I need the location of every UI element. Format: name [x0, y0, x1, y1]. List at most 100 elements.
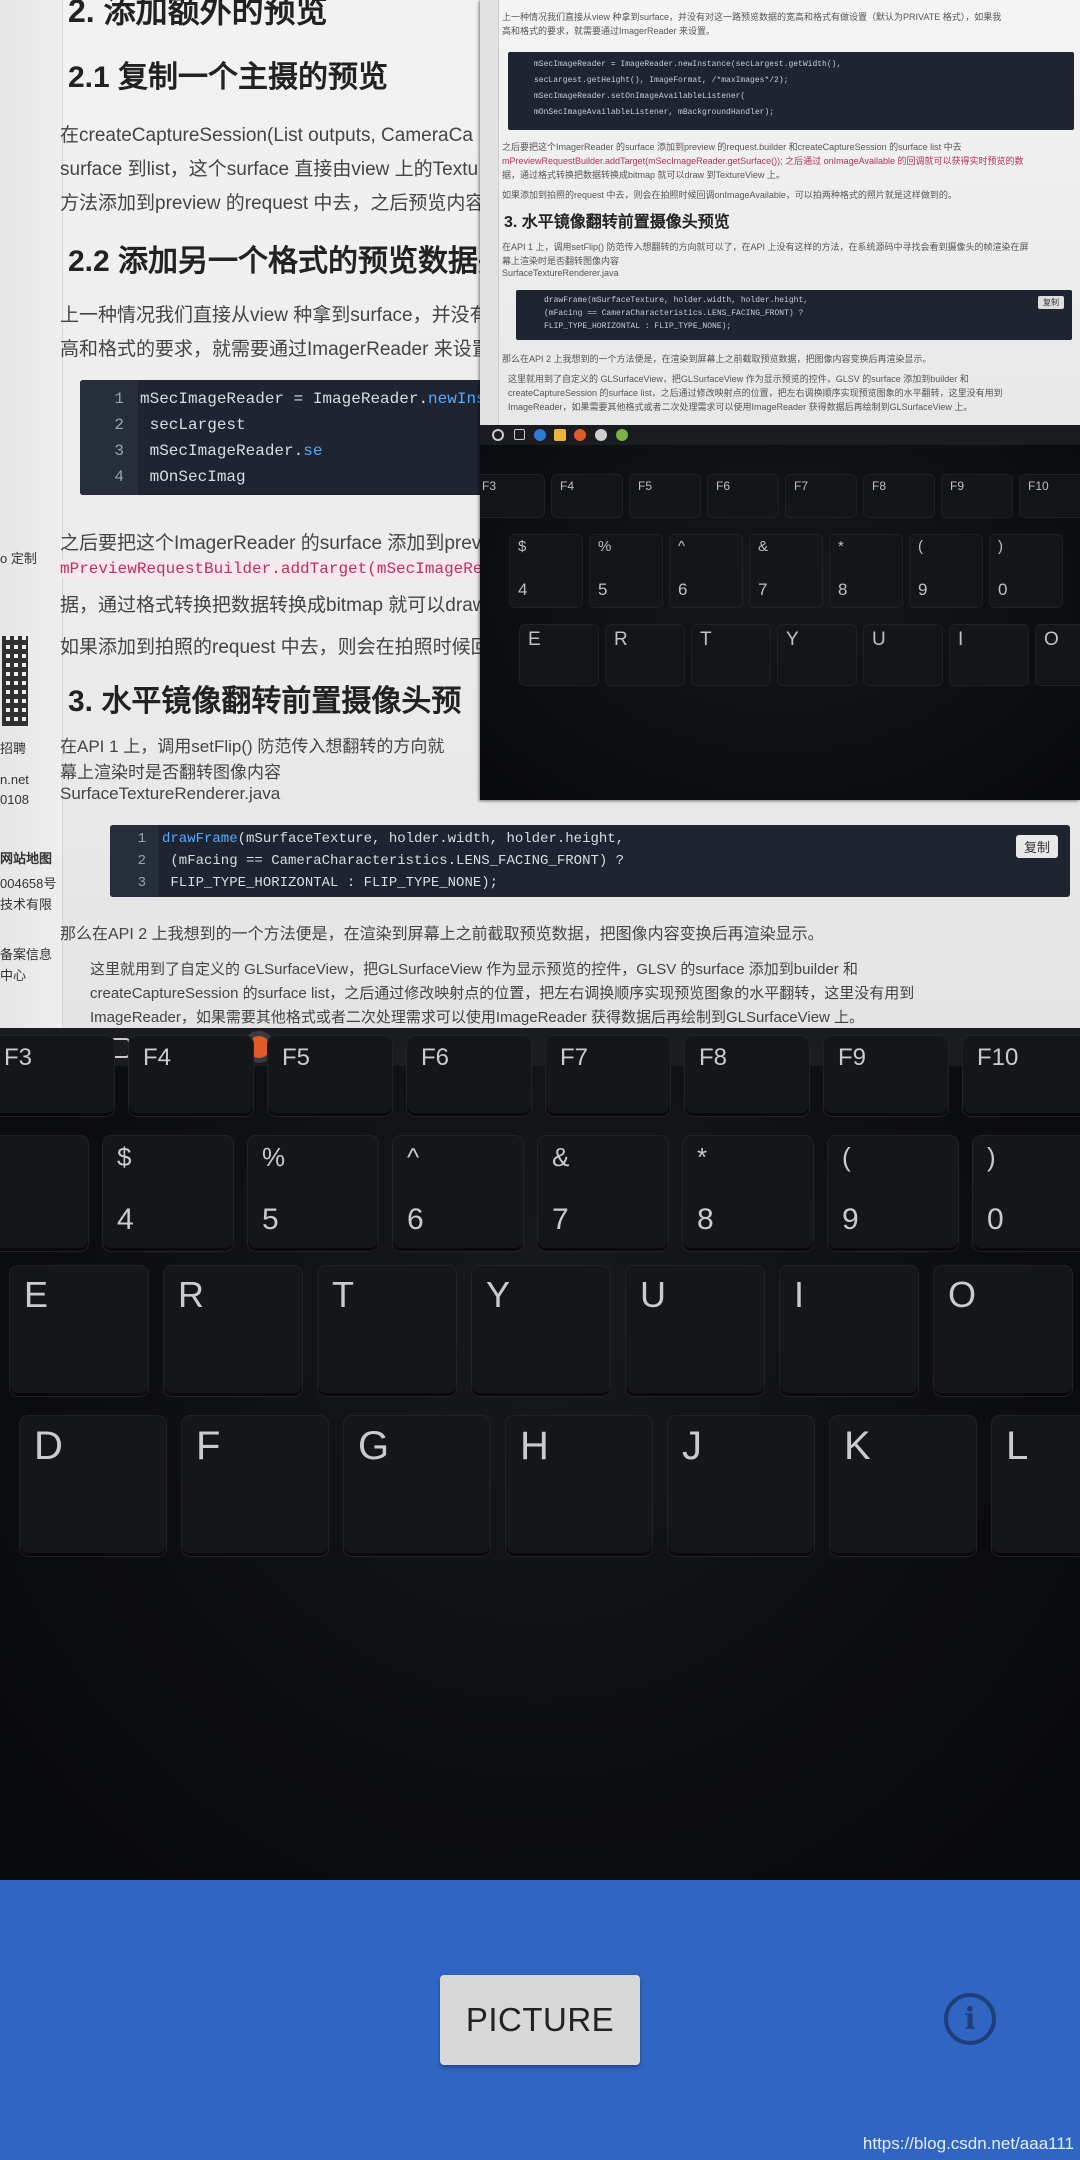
heading: 2.2 添加另一个格式的预览数据并 — [68, 245, 509, 278]
key-label: U — [872, 629, 886, 650]
take-picture-button[interactable]: PICTURE — [440, 1975, 640, 2065]
thumbnail-key: T — [692, 625, 770, 685]
thumbnail-code-line: (mFacing == CameraCharacteristics.LENS_F… — [544, 309, 804, 318]
code-line: 3 FLIP_TYPE_HORIZONTAL : FLIP_TYPE_NONE)… — [137, 875, 499, 891]
key-label: F8 — [699, 1044, 728, 1071]
thumbnail-text-line: 之后要把这个ImagerReader 的surface 添加到preview 的… — [502, 142, 962, 152]
key-shift-label: ) — [998, 538, 1003, 555]
key-label: 9 — [842, 1203, 859, 1236]
thumbnail-key: 9( — [910, 535, 982, 607]
thumbnail-screen-content: 上一种情况我们直接从view 种拿到surface，并没有对这一路预览数据的宽高… — [480, 0, 1080, 425]
letter-key: K — [830, 1416, 976, 1556]
info-icon[interactable]: i — [944, 1993, 996, 2045]
thumbnail-code-block: drawFrame(mSurfaceTexture, holder.width,… — [516, 290, 1072, 340]
key-label: 7 — [552, 1203, 569, 1236]
key-shift-label: & — [552, 1142, 570, 1172]
paragraph-line: 幕上渲染时是否翻转图像内容 — [60, 763, 281, 782]
paragraph-line: 如果添加到拍照的request 中去，则会在拍照时候回 — [60, 637, 490, 658]
paragraph-line: 之后要把这个ImagerReader 的surface 添加到prev — [60, 533, 482, 554]
thumbnail-key: F6 — [708, 475, 778, 517]
function-key: F7 — [546, 1036, 670, 1116]
key-label: F4 — [143, 1044, 172, 1071]
edge-browser-icon — [534, 429, 546, 441]
thumbnail-text-line: ImageReader，如果需要其他格式或者二次处理需求可以使用ImageRea… — [508, 402, 973, 412]
paragraph-line: 上一种情况我们直接从view 种拿到surface，并没有 — [60, 305, 489, 326]
task-view-icon — [514, 429, 525, 440]
thumbnail-key: 4 $ — [510, 535, 582, 607]
file-explorer-icon — [554, 429, 566, 441]
copy-button: 复制 — [1015, 835, 1058, 858]
key-label: T — [332, 1274, 354, 1315]
number-key: 4 $ — [103, 1136, 233, 1251]
thumbnail-key: 8 * — [830, 535, 902, 607]
key-label: F7 — [794, 479, 809, 493]
thumbnail-key: O — [1036, 625, 1080, 685]
thumbnail-key: 7 & — [750, 535, 822, 607]
key-label: F9 — [838, 1044, 867, 1071]
key-label: O — [1044, 629, 1059, 650]
key-label: K — [844, 1424, 871, 1468]
thumbnail-code-line: mSecImageReader.setOnImageAvailableListe… — [534, 92, 746, 101]
heading: 2. 添加额外的预览 — [68, 0, 328, 29]
key-label: D — [34, 1424, 63, 1468]
laptop-keyboard: F3F4F5F6F7F8F9F103#4$5%6^7&8*9(0)ERTYUIO… — [0, 1036, 1080, 1880]
key-label: E — [528, 629, 541, 650]
key-label: I — [794, 1274, 805, 1315]
key-label: 4 — [117, 1203, 134, 1236]
inline-code: mPreviewRequestBuilder.addTarget(mSecIma… — [60, 560, 493, 578]
key-label: 5 — [262, 1203, 279, 1236]
key-label: 0 — [987, 1203, 1004, 1236]
letter-key: G — [344, 1416, 490, 1556]
key-shift-label: $ — [518, 538, 527, 555]
key-shift-label: ( — [918, 538, 923, 555]
thumbnail-taskbar — [480, 425, 1080, 445]
number-key: 7 & — [538, 1136, 668, 1251]
thumbnail-keyboard: F3 F4 F5 F6 F7 F8 F9 F10 4 $5% 6 ^ 7 & 8 * 9(0) E R T Y U I O — [480, 445, 1080, 800]
letter-key: E — [10, 1266, 148, 1396]
thumbnail-key: E — [520, 625, 598, 685]
android-studio-icon — [616, 429, 628, 441]
key-label: F3 — [482, 479, 497, 493]
key-label: F9 — [950, 479, 965, 493]
thumbnail-heading: 3. 水平镜像翻转前置摄像头预览 — [504, 214, 730, 231]
letter-key: O — [934, 1266, 1072, 1396]
key-label: F6 — [716, 479, 731, 493]
thumbnail-code-block: mSecImageReader = ImageReader.newInstanc… — [508, 52, 1074, 130]
paragraph-line: 那么在API 2 上我想到的一个方法便是，在渲染到屏幕上之前截取预览数据，把图像… — [60, 926, 824, 943]
thumbnail-code-line: mSecImageReader = ImageReader.newInstanc… — [534, 60, 842, 69]
thumbnail-text-line: SurfaceTextureRenderer.java — [502, 268, 619, 278]
key-label: F5 — [282, 1044, 311, 1071]
key-label: T — [700, 629, 712, 650]
key-shift-label: ^ — [678, 538, 686, 555]
key-label: Y — [486, 1274, 511, 1315]
thumbnail-key: F7 — [786, 475, 856, 517]
key-label: O — [948, 1274, 977, 1315]
thumbnail-key: F9 — [942, 475, 1012, 517]
key-label: U — [640, 1274, 666, 1315]
key-label: F10 — [977, 1044, 1019, 1071]
sidebar-text: 网站地图 — [0, 851, 53, 866]
captured-picture-thumbnail[interactable]: 上一种情况我们直接从view 种拿到surface，并没有对这一路预览数据的宽高… — [480, 0, 1080, 800]
key-label: 7 — [758, 580, 768, 599]
key-shift-label: $ — [117, 1142, 132, 1172]
letter-key: R — [164, 1266, 302, 1396]
key-label: F6 — [421, 1044, 450, 1071]
thumbnail-key: F8 — [864, 475, 934, 517]
paragraph-line: surface 到list，这个surface 直接由view 上的Textu — [60, 159, 479, 180]
key-label: 8 — [838, 580, 848, 599]
key-label: F10 — [1028, 479, 1049, 493]
key-label: 0 — [998, 580, 1008, 599]
search-icon — [492, 429, 504, 441]
thumbnail-text-line: 幕上渲染时是否翻转图像内容 — [502, 256, 620, 266]
sidebar-text: o 定制 — [0, 551, 37, 566]
thumbnail-key: 0) — [990, 535, 1062, 607]
code-line: 4 mOnSecImag — [114, 468, 246, 486]
key-label: 9 — [918, 580, 928, 599]
key-label: F7 — [560, 1044, 589, 1071]
letter-key: Y — [472, 1266, 610, 1396]
thumbnail-key: Y — [778, 625, 856, 685]
key-label: 8 — [697, 1203, 714, 1236]
heading: 3. 水平镜像翻转前置摄像头预 — [68, 685, 462, 718]
paragraph-line: ImageReader，如果需要其他格式或者二次处理需求可以使用ImageRea… — [90, 1009, 865, 1026]
thumbnail-key: F3 — [480, 475, 544, 517]
